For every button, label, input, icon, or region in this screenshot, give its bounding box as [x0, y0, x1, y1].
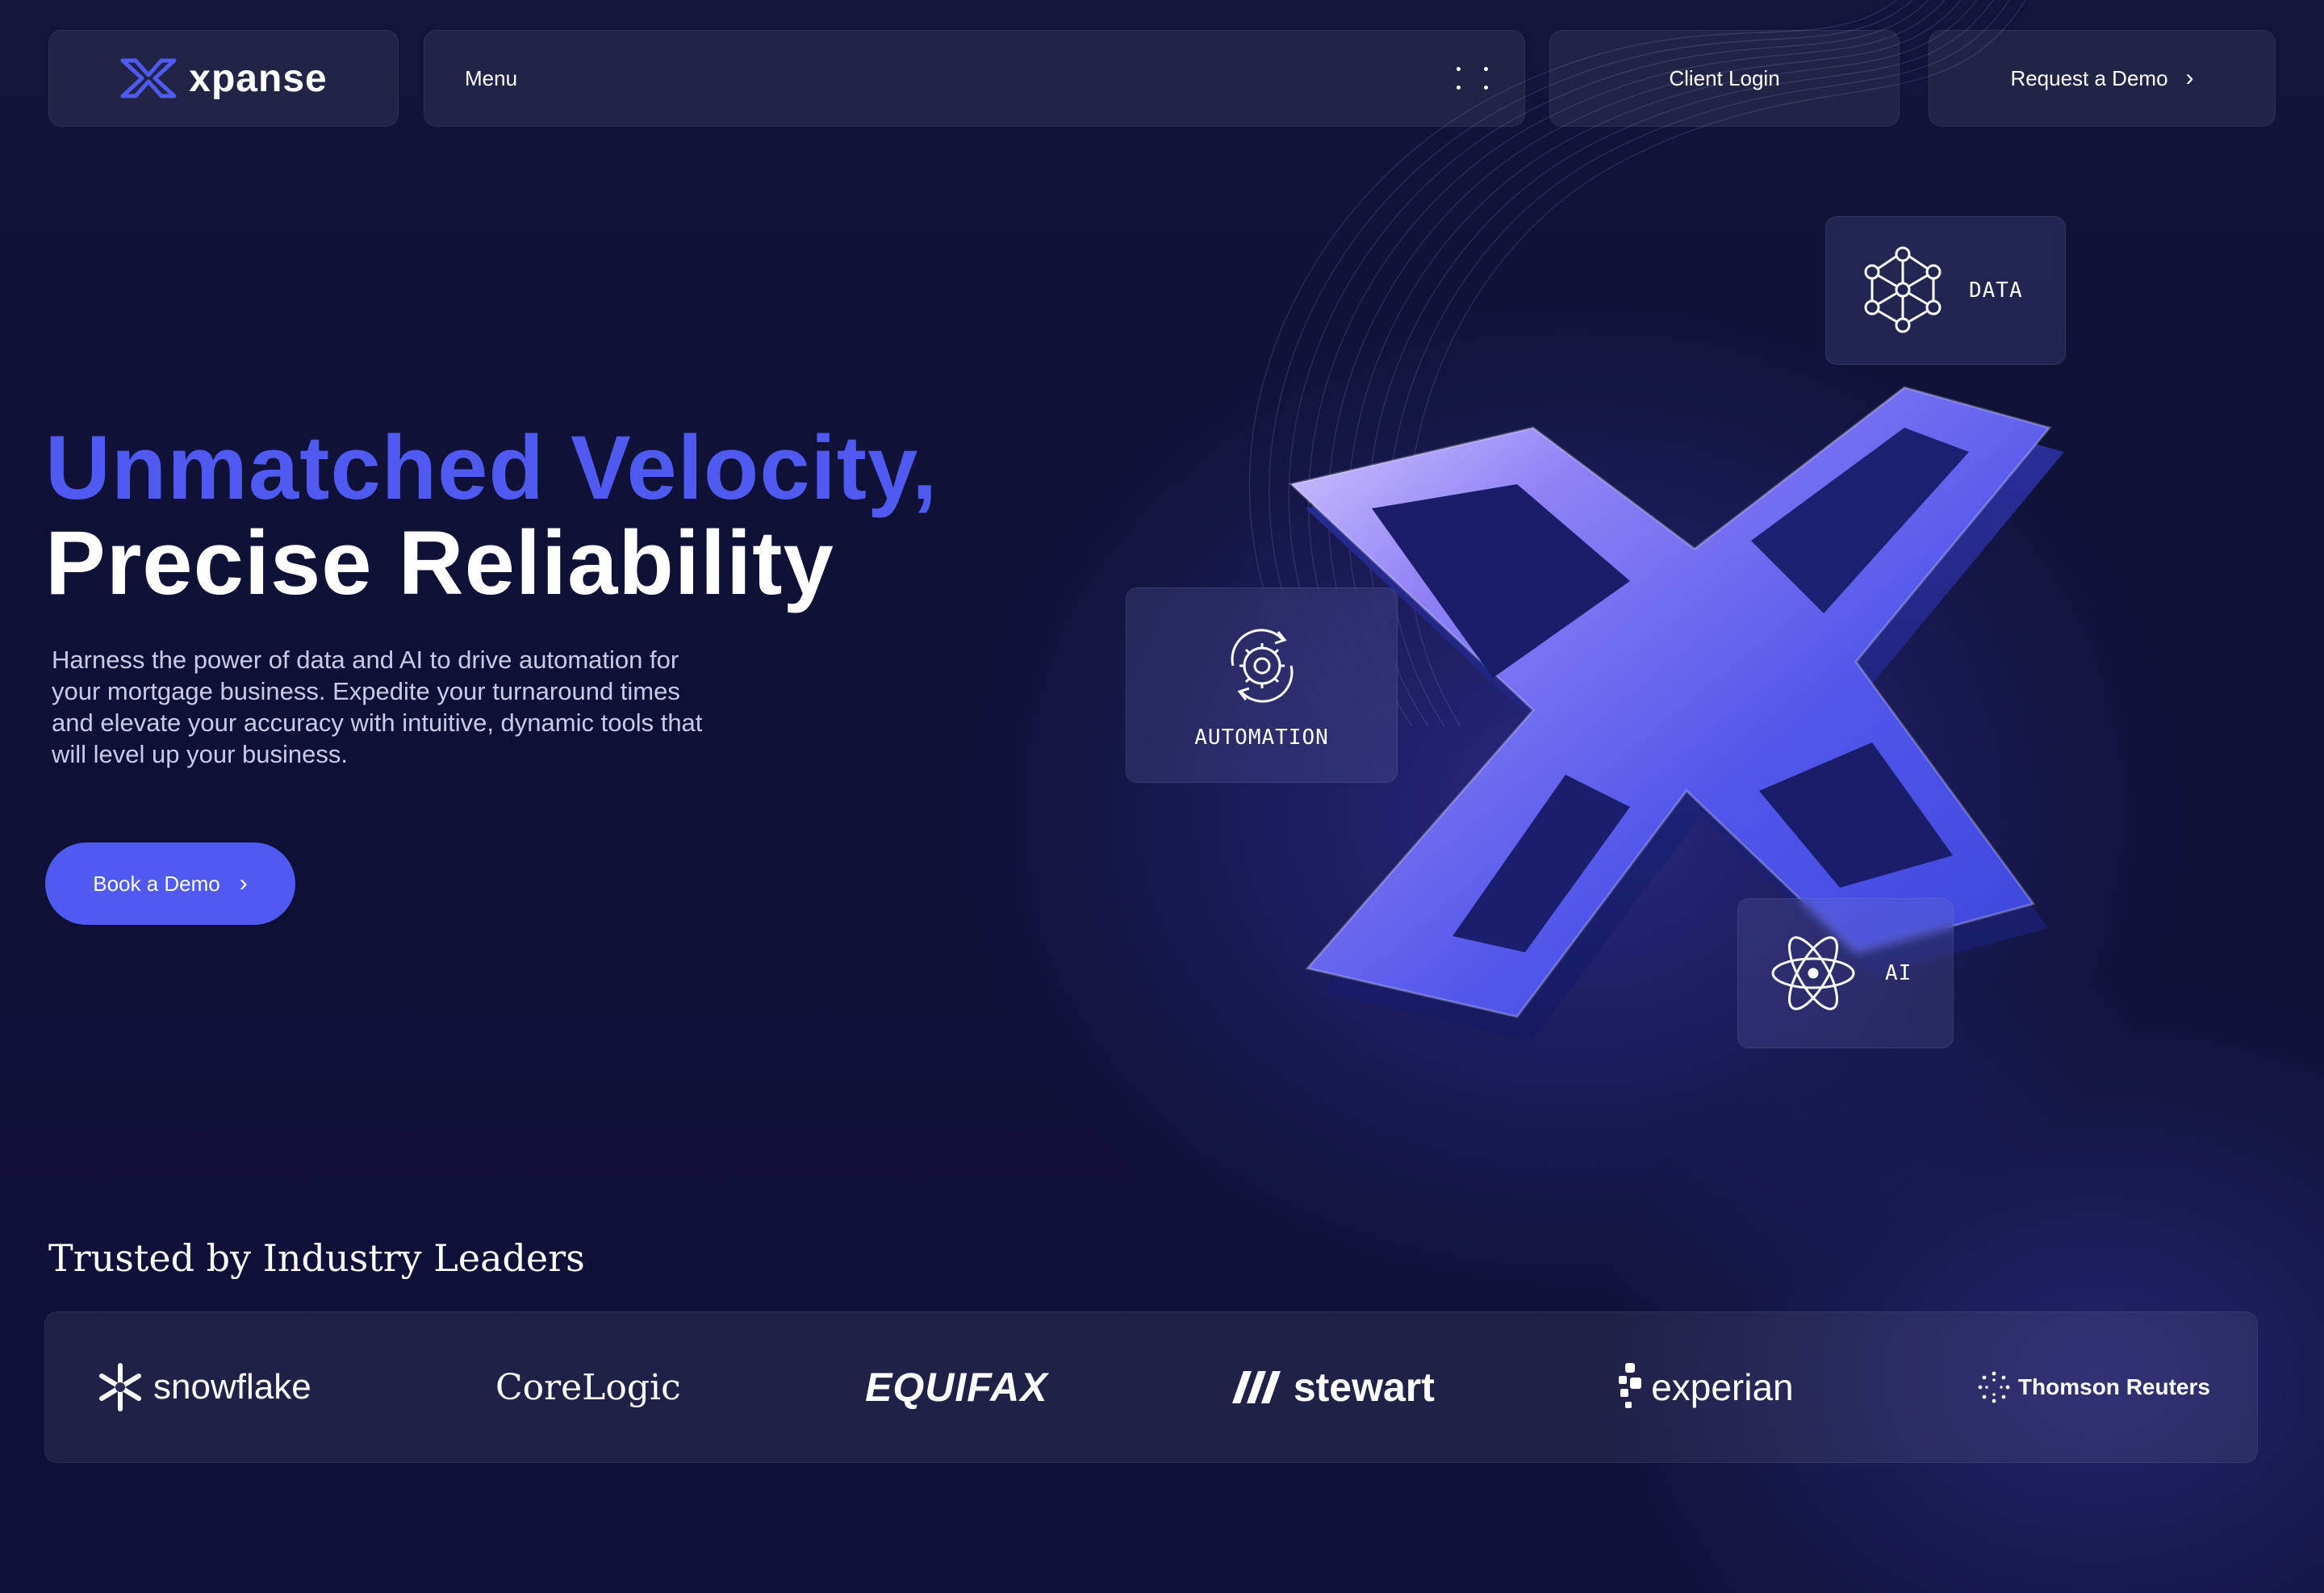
stewart-slashes-icon	[1231, 1371, 1281, 1403]
hero-title-line2: Precise Reliability	[45, 512, 834, 613]
logo-thomson-reuters-text: Thomson Reuters	[2017, 1374, 2210, 1399]
logo-equifax-text: EQUIFAX	[865, 1365, 1048, 1410]
snowflake-icon	[99, 1363, 141, 1411]
feature-label-data: DATA	[1969, 278, 2023, 303]
logo-experian-text: experian	[1651, 1366, 1794, 1408]
menu-button[interactable]: Menu	[424, 30, 1525, 127]
brand-logo[interactable]: xpanse	[48, 30, 399, 127]
feature-label-automation: AUTOMATION	[1194, 725, 1329, 750]
book-demo-label: Book a Demo	[93, 871, 220, 896]
gear-sync-icon	[1231, 629, 1293, 703]
feature-tile-automation: AUTOMATION	[1126, 587, 1398, 783]
chevron-right-icon: ›	[2185, 65, 2194, 91]
logo-thomson-reuters: Thomson Reuters	[1978, 1371, 2210, 1403]
client-login-button[interactable]: Client Login	[1549, 30, 1900, 127]
thomson-reuters-ring-icon	[1978, 1371, 2010, 1403]
logo-corelogic-text: CoreLogic	[495, 1366, 681, 1408]
chevron-right-icon: ›	[239, 870, 248, 897]
network-icon	[1864, 246, 1942, 333]
book-demo-button[interactable]: Book a Demo ›	[45, 842, 295, 925]
logo-snowflake-text: snowflake	[153, 1367, 311, 1407]
x-logo-icon	[120, 58, 177, 98]
feature-tile-data: DATA	[1825, 216, 2066, 365]
logo-stewart: stewart	[1231, 1364, 1435, 1411]
hero-title-line1: Unmatched Velocity,	[45, 417, 938, 518]
feature-tile-ai: AI	[1737, 898, 1954, 1048]
trusted-title: Trusted by Industry Leaders	[48, 1236, 585, 1280]
feature-label-ai: AI	[1885, 961, 1912, 985]
request-demo-label: Request a Demo	[2010, 65, 2168, 90]
logo-snowflake: snowflake	[95, 1362, 311, 1412]
experian-dots-icon	[1619, 1363, 1642, 1408]
hero-description: Harness the power of data and AI to driv…	[52, 646, 703, 768]
partner-logos-bar: snowflake CoreLogic EQUIFAX stewart expe…	[44, 1311, 2258, 1463]
logo-experian: experian	[1619, 1361, 1794, 1413]
client-login-label: Client Login	[1669, 65, 1780, 90]
brand-name: xpanse	[189, 56, 328, 100]
logo-stewart-text: stewart	[1293, 1365, 1435, 1410]
logo-corelogic: CoreLogic	[495, 1367, 681, 1408]
menu-label: Menu	[465, 65, 518, 90]
request-demo-button[interactable]: Request a Demo ›	[1929, 30, 2276, 127]
logo-equifax: EQUIFAX	[865, 1364, 1047, 1411]
atom-icon	[1771, 936, 1855, 1010]
dots-grid-icon	[1457, 67, 1492, 90]
